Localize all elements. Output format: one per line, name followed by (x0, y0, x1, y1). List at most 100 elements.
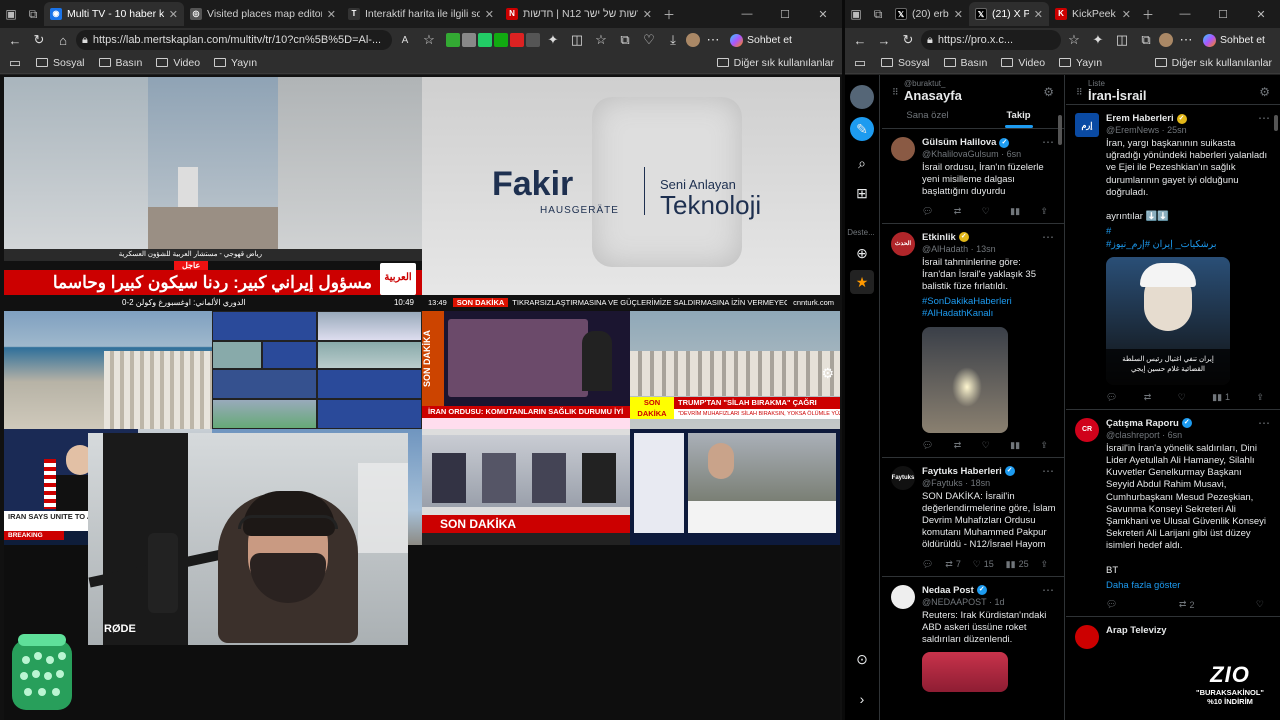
close-tab-icon[interactable]: ✕ (169, 8, 178, 21)
other-favorites[interactable]: Diğer sık kullanılanlar (1154, 57, 1272, 69)
split-screen-icon[interactable]: ◫ (566, 29, 588, 51)
tweet-hashtags[interactable]: # #برشكيات_ إيران #إرم_نيوز (1106, 226, 1272, 250)
reply-icon[interactable]: 💬︎ (922, 206, 933, 217)
extension-icon[interactable] (494, 33, 508, 47)
scrollbar[interactable] (1274, 115, 1278, 131)
extensions-puzzle-icon[interactable]: ✦ (542, 29, 564, 51)
avatar[interactable] (686, 33, 700, 47)
read-aloud-icon[interactable]: A (394, 29, 416, 51)
tab-n12[interactable]: N חדשות | N12 אתר החדשות של ישר ✕ (500, 2, 658, 26)
tweet-more-icon[interactable]: ⋯ (1258, 111, 1270, 125)
back-icon[interactable]: ← (849, 29, 871, 51)
tweet-media[interactable]: إيران تنفي اغتيال رئيس السلطة القضائية غ… (1106, 256, 1230, 385)
tweet-more-icon[interactable]: ⋯ (1042, 464, 1054, 478)
bookmark-folder-sosyal[interactable]: Sosyal (881, 57, 930, 69)
split-screen-icon[interactable]: ◫ (1111, 29, 1133, 51)
reading-list-icon[interactable]: ▭ (8, 52, 22, 74)
tv-mosaic[interactable] (212, 311, 422, 429)
retweet-icon[interactable]: ⇄ (1144, 392, 1152, 403)
tweet-more-icon[interactable]: ⋯ (1042, 230, 1054, 244)
tab-erbil[interactable]: 𝕏 (20) erbil ai ✕ (889, 2, 969, 26)
tweet-author[interactable]: Gülsüm Halilova ✓ (922, 137, 1056, 148)
tv-panel-show[interactable]: SON DAKİKA (422, 429, 630, 545)
back-icon[interactable]: ← (4, 29, 26, 51)
compose-icon[interactable]: ✎ (850, 117, 874, 141)
retweet-icon[interactable]: ⇄ (954, 206, 962, 217)
more-menu-icon[interactable]: ⋯ (702, 29, 724, 51)
close-tab-icon[interactable]: ✕ (1034, 8, 1043, 21)
tweet[interactable]: الحدث Etkinlik ✓ @AlHadath · 13sn ⋯ İsrai… (882, 224, 1064, 458)
address-bar[interactable]: 🔒︎ https://lab.mertskaplan.com/multitv/t… (76, 30, 392, 50)
deck-add-icon[interactable]: ⊕ (850, 241, 874, 265)
close-tab-icon[interactable]: ✕ (954, 8, 963, 21)
downloads-icon[interactable]: ⤓ (662, 29, 684, 51)
tv-alarabiya[interactable]: رياض قهوجي - مستشار العربية للشؤون العسك… (4, 77, 422, 309)
add-column-icon[interactable]: ⊞ (850, 181, 874, 205)
like-icon[interactable]: ♡ (982, 206, 990, 217)
refresh-icon[interactable]: ↻ (28, 29, 50, 51)
tweet[interactable]: إرم Erem Haberleri ✓ @EremNews · 25sn ⋯ İ… (1066, 105, 1280, 410)
settings-gear-icon[interactable]: ⚙ (821, 365, 834, 382)
extension-icon[interactable] (446, 33, 460, 47)
bookmark-folder-basin[interactable]: Basın (98, 57, 142, 69)
star-deck-icon[interactable]: ★ (850, 270, 874, 294)
like-icon[interactable]: ♡ (1256, 599, 1264, 610)
workspaces-icon[interactable]: ⧉ (867, 3, 889, 25)
column-settings-icon[interactable]: ⚙ (1259, 85, 1270, 99)
scrollbar[interactable] (1058, 115, 1062, 145)
extension-icon[interactable] (478, 33, 492, 47)
column-settings-icon[interactable]: ⚙ (1043, 85, 1054, 99)
minimize-icon[interactable]: — (1166, 0, 1204, 28)
tv-cnnturk[interactable]: Fakir HAUSGERÄTE Seni Anlayan Teknoloji … (422, 77, 840, 309)
home-icon[interactable]: ⌂ (52, 29, 74, 51)
heart-icon[interactable]: ♡ (638, 29, 660, 51)
tweet[interactable]: CR Çatışma Raporu ✓ @clashreport · 6sn ⋯ … (1066, 410, 1280, 618)
account-avatar[interactable] (850, 85, 874, 109)
tv-aerial-city[interactable] (4, 311, 212, 429)
views-icon[interactable]: ▮▮ (1010, 440, 1020, 451)
bookmark-folder-video[interactable]: Video (1001, 57, 1045, 69)
tweet-author[interactable]: Faytuks Haberleri ✓ (922, 466, 1056, 477)
more-menu-icon[interactable]: ⋯ (1175, 29, 1197, 51)
bookmark-folder-yayin[interactable]: Yayın (214, 57, 257, 69)
like-icon[interactable]: ♡ (1178, 392, 1186, 403)
like-icon[interactable]: ♡ (982, 440, 990, 451)
extension-icon[interactable] (526, 33, 540, 47)
extension-icon[interactable] (510, 33, 524, 47)
retweet-icon[interactable]: ⇄ 7 (945, 559, 961, 570)
share-icon[interactable]: ⇪ (1040, 206, 1048, 217)
tweet-more-icon[interactable]: ⋯ (1042, 583, 1054, 597)
tweet-author[interactable]: Erem Haberleri ✓ (1106, 113, 1272, 124)
bookmark-folder-video[interactable]: Video (156, 57, 200, 69)
tweet-hashtags[interactable]: #SonDakikaHaberleri #AlHadathKanalı (922, 296, 1056, 320)
tab-multitv[interactable]: ◉ Multi TV - 10 haber kanalını a ✕ (44, 2, 184, 26)
retweet-icon[interactable]: ⇄ (954, 440, 962, 451)
minimize-icon[interactable]: — (728, 0, 766, 28)
copilot-chat-button[interactable]: Sohbet et (726, 31, 796, 49)
views-icon[interactable]: ▮▮ 25 (1006, 559, 1029, 570)
tweet[interactable]: Faytuks Faytuks Haberleri ✓ @Faytuks · 18… (882, 458, 1064, 577)
reply-icon[interactable]: 💬︎ (922, 559, 933, 570)
new-tab-icon[interactable]: ＋ (1137, 3, 1159, 25)
other-favorites[interactable]: Diğer sık kullanılanlar (716, 57, 834, 69)
bookmark-folder-yayin[interactable]: Yayın (1059, 57, 1102, 69)
search-icon[interactable]: ⌕ (850, 151, 874, 175)
tv-trump-call[interactable]: SON DAKİKA TRUMP'TAN "SİLAH BIRAKMA" ÇAĞ… (630, 311, 840, 429)
copilot-chat-button[interactable]: Sohbet et (1199, 31, 1269, 49)
collections-icon[interactable]: ⧉ (1135, 29, 1157, 51)
share-icon[interactable]: ⇪ (1256, 392, 1264, 403)
maximize-icon[interactable]: ☐ (1204, 0, 1242, 28)
favorite-star-icon[interactable]: ☆ (1063, 29, 1085, 51)
tab-following[interactable]: Takip (973, 105, 1064, 128)
favorites-icon[interactable]: ☆ (590, 29, 612, 51)
views-icon[interactable]: ▮▮ 1 (1212, 392, 1230, 403)
tweet[interactable]: Gülsüm Halilova ✓ @KhalilovaGulsum · 6sn … (882, 129, 1064, 224)
tweet[interactable]: Nedaa Post ✓ @NEDAAPOST · 1d ⋯ Reuters: I… (882, 577, 1064, 699)
address-bar[interactable]: 🔒︎ https://pro.x.c... (921, 30, 1061, 50)
tv-field-report[interactable] (630, 429, 840, 545)
tweet-media[interactable] (922, 326, 1008, 433)
share-icon[interactable]: ⇪ (1040, 440, 1048, 451)
avatar[interactable] (1075, 625, 1099, 650)
new-tab-icon[interactable]: ＋ (658, 3, 680, 25)
tweet-more-icon[interactable]: ⋯ (1258, 416, 1270, 430)
